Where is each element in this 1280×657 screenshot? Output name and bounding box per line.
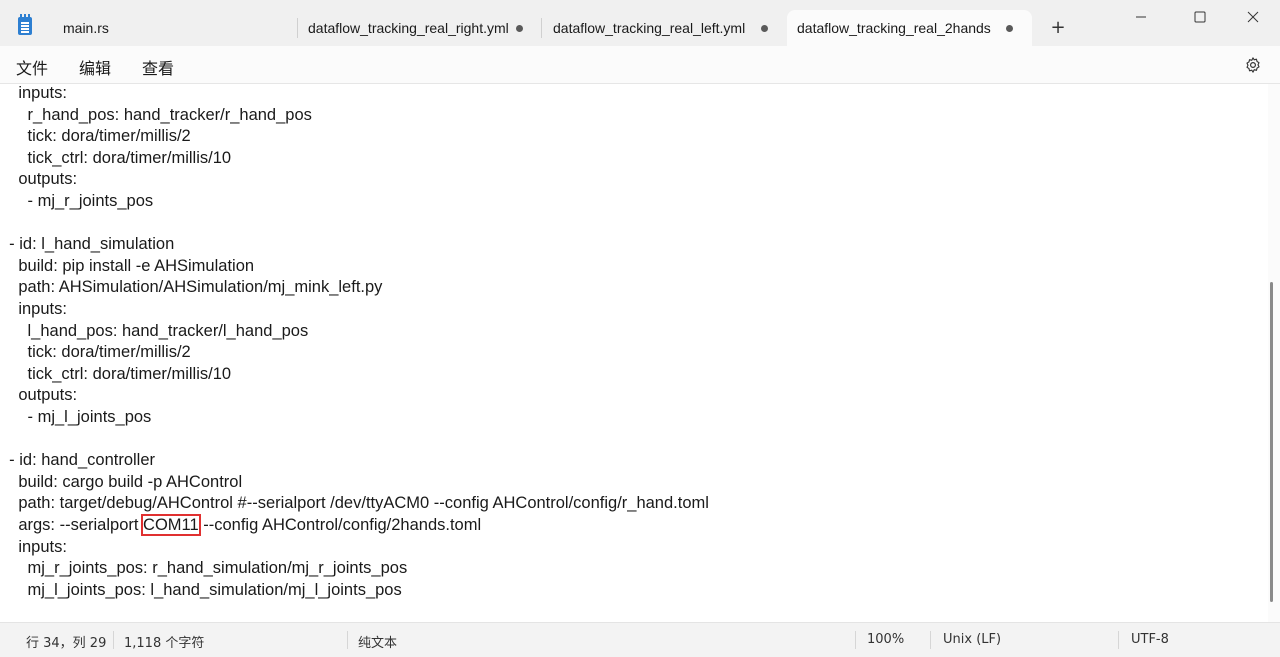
close-button[interactable] bbox=[1230, 6, 1276, 28]
code-line: - mj_r_joints_pos bbox=[0, 192, 154, 210]
code-line: mj_r_joints_pos: r_hand_simulation/mj_r_… bbox=[0, 559, 408, 578]
menu-file[interactable]: 文件 bbox=[16, 55, 48, 79]
code-line: outputs: bbox=[0, 170, 78, 189]
tab-dataflow-left[interactable]: dataflow_tracking_real_left.yml bbox=[542, 10, 780, 46]
code-line: - id: hand_controller bbox=[0, 451, 156, 470]
status-separator bbox=[1118, 631, 1119, 649]
code-line: tick_ctrl: dora/timer/millis/10 bbox=[0, 364, 232, 383]
code-line: mj_l_joints_pos: l_hand_simulation/mj_l_… bbox=[0, 580, 402, 599]
unsaved-dot-icon[interactable] bbox=[761, 25, 768, 32]
line-ending[interactable]: Unix (LF) bbox=[943, 632, 1001, 647]
code-line: inputs: bbox=[0, 300, 67, 318]
code-line: l_hand_pos: hand_tracker/l_hand_pos bbox=[0, 321, 309, 340]
highlighted-com-port: COM11 bbox=[141, 514, 201, 536]
tab-label: main.rs bbox=[63, 20, 109, 36]
code-line-args: args: --serialport COM11 --config AHCont… bbox=[0, 514, 482, 536]
zoom-level[interactable]: 100% bbox=[867, 632, 904, 647]
code-line: tick: dora/timer/millis/2 bbox=[0, 127, 191, 146]
text-format: 纯文本 bbox=[358, 636, 398, 651]
status-separator bbox=[930, 631, 931, 649]
code-line: tick_ctrl: dora/timer/millis/10 bbox=[0, 148, 232, 167]
code-line: path: AHSimulation/AHSimulation/mj_mink_… bbox=[0, 278, 383, 297]
code-line: inputs: bbox=[0, 84, 67, 102]
args-suffix: --config AHControl/config/2hands.toml bbox=[198, 516, 482, 534]
code-line: - mj_l_joints_pos bbox=[0, 408, 152, 426]
new-tab-button[interactable]: + bbox=[1048, 18, 1068, 38]
cursor-position: 行 34，列 29 bbox=[26, 636, 107, 651]
maximize-button[interactable] bbox=[1177, 6, 1223, 28]
menu-edit[interactable]: 编辑 bbox=[79, 55, 111, 79]
settings-gear-icon[interactable] bbox=[1244, 56, 1262, 74]
maximize-icon bbox=[1194, 11, 1206, 23]
close-icon bbox=[1247, 11, 1259, 23]
notepad-window: main.rs dataflow_tracking_real_right.yml… bbox=[0, 0, 1280, 657]
code-line: build: pip install -e AHSimulation bbox=[0, 256, 255, 275]
status-separator bbox=[113, 631, 114, 649]
tab-label: dataflow_tracking_real_2hands.y bbox=[797, 20, 992, 36]
tab-label: dataflow_tracking_real_left.yml bbox=[553, 20, 746, 36]
menu-view[interactable]: 查看 bbox=[142, 55, 174, 79]
args-prefix: args: --serialport bbox=[0, 516, 144, 534]
character-count: 1,118 个字符 bbox=[124, 636, 205, 651]
notepad-app-icon bbox=[18, 14, 32, 35]
code-line: path: target/debug/AHControl #--serialpo… bbox=[0, 494, 709, 513]
unsaved-dot-icon[interactable] bbox=[1006, 25, 1013, 32]
tab-main-rs[interactable]: main.rs bbox=[50, 10, 290, 46]
title-bar: main.rs dataflow_tracking_real_right.yml… bbox=[0, 0, 1280, 46]
code-line: - id: l_hand_simulation bbox=[0, 235, 175, 254]
status-separator bbox=[855, 631, 856, 649]
tab-dataflow-2hands[interactable]: dataflow_tracking_real_2hands.y bbox=[787, 10, 1032, 46]
status-separator bbox=[347, 631, 348, 649]
code-line: r_hand_pos: hand_tracker/r_hand_pos bbox=[0, 105, 312, 124]
scrollbar-thumb[interactable] bbox=[1270, 282, 1273, 602]
code-line: inputs: bbox=[0, 537, 67, 556]
text-editor[interactable]: inputs: r_hand_pos: hand_tracker/r_hand_… bbox=[0, 84, 1268, 622]
menu-bar: 文件 编辑 查看 bbox=[0, 46, 1280, 84]
code-line: tick: dora/timer/millis/2 bbox=[0, 343, 191, 362]
encoding[interactable]: UTF-8 bbox=[1131, 632, 1169, 647]
unsaved-dot-icon[interactable] bbox=[516, 25, 523, 32]
tab-label: dataflow_tracking_real_right.yml bbox=[308, 20, 509, 36]
tab-dataflow-right[interactable]: dataflow_tracking_real_right.yml bbox=[298, 10, 536, 46]
minimize-icon bbox=[1136, 16, 1146, 18]
minimize-button[interactable] bbox=[1118, 6, 1164, 28]
code-line: outputs: bbox=[0, 386, 78, 405]
status-bar: 行 34，列 29 1,118 个字符 纯文本 100% Unix (LF) U… bbox=[0, 622, 1280, 657]
code-line: build: cargo build -p AHControl bbox=[0, 472, 243, 491]
